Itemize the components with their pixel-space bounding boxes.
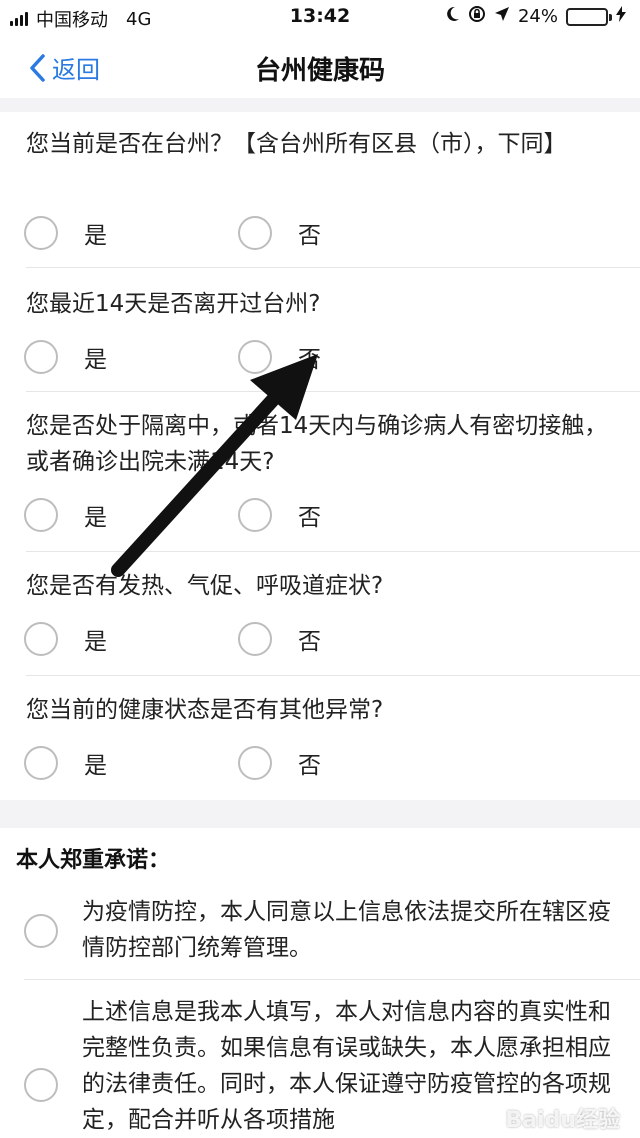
question-text: 您是否处于隔离中，或者14天内与确诊病人有密切接触，或者确诊出院未满14天? <box>26 413 608 475</box>
option-no[interactable]: 否 <box>238 340 321 374</box>
question-5: 您当前的健康状态是否有其他异常? 是 否 <box>0 676 640 800</box>
moon-icon <box>444 6 460 27</box>
option-label: 是 <box>84 505 107 531</box>
option-label: 否 <box>298 629 321 655</box>
page-title: 台州健康码 <box>254 56 385 86</box>
radio-button[interactable] <box>238 746 272 780</box>
option-yes[interactable]: 是 <box>24 498 107 532</box>
question-2: 您最近14天是否离开过台州? 是 否 <box>0 268 640 392</box>
status-right: 24% <box>444 5 626 28</box>
option-label: 否 <box>298 505 321 531</box>
option-yes[interactable]: 是 <box>24 216 107 250</box>
radio-button[interactable] <box>24 498 58 532</box>
option-label: 是 <box>84 347 107 373</box>
option-label: 否 <box>298 753 321 779</box>
question-text: 您最近14天是否离开过台州? <box>26 291 321 317</box>
section-divider <box>0 800 640 828</box>
option-label: 是 <box>84 629 107 655</box>
battery-percent: 24% <box>517 6 558 27</box>
option-label: 否 <box>298 223 321 249</box>
radio-button[interactable] <box>24 1068 58 1102</box>
rotation-lock-icon <box>468 5 486 28</box>
option-label: 是 <box>84 223 107 249</box>
option-no[interactable]: 否 <box>238 746 321 780</box>
radio-button[interactable] <box>24 914 58 948</box>
option-no[interactable]: 否 <box>238 622 321 656</box>
radio-button[interactable] <box>238 340 272 374</box>
radio-button[interactable] <box>24 340 58 374</box>
pledge-item-1[interactable]: 为疫情防控，本人同意以上信息依法提交所在辖区疫情防控部门统筹管理。 <box>0 880 640 980</box>
radio-button[interactable] <box>24 622 58 656</box>
option-yes[interactable]: 是 <box>24 746 107 780</box>
battery-icon <box>566 7 612 26</box>
option-label: 否 <box>298 347 321 373</box>
watermark: Baidu经验 <box>505 1108 620 1133</box>
option-yes[interactable]: 是 <box>24 622 107 656</box>
radio-button[interactable] <box>238 498 272 532</box>
pledge-title: 本人郑重承诺： <box>16 848 171 873</box>
radio-button[interactable] <box>238 622 272 656</box>
radio-button[interactable] <box>24 746 58 780</box>
option-no[interactable]: 否 <box>238 216 321 250</box>
question-4: 您是否有发热、气促、呼吸道症状? 是 否 <box>0 552 640 676</box>
question-text: 您当前的健康状态是否有其他异常? <box>26 697 384 723</box>
option-yes[interactable]: 是 <box>24 340 107 374</box>
question-3: 您是否处于隔离中，或者14天内与确诊病人有密切接触，或者确诊出院未满14天? 是… <box>0 392 640 552</box>
charging-icon <box>616 6 626 27</box>
radio-button[interactable] <box>24 216 58 250</box>
pledge-text: 为疫情防控，本人同意以上信息依法提交所在辖区疫情防控部门统筹管理。 <box>82 899 611 961</box>
question-text: 您当前是否在台州？【含台州所有区县（市），下同】 <box>26 131 567 157</box>
option-label: 是 <box>84 753 107 779</box>
nav-divider <box>0 98 640 112</box>
location-icon <box>494 6 510 27</box>
question-text: 您是否有发热、气促、呼吸道症状? <box>26 573 384 599</box>
status-bar: 中国移动 4G 13:42 24% <box>0 0 640 34</box>
nav-bar: 返回 台州健康码 <box>0 34 640 100</box>
option-no[interactable]: 否 <box>238 498 321 532</box>
question-1: 您当前是否在台州？【含台州所有区县（市），下同】 是 否 <box>0 112 640 268</box>
radio-button[interactable] <box>238 216 272 250</box>
